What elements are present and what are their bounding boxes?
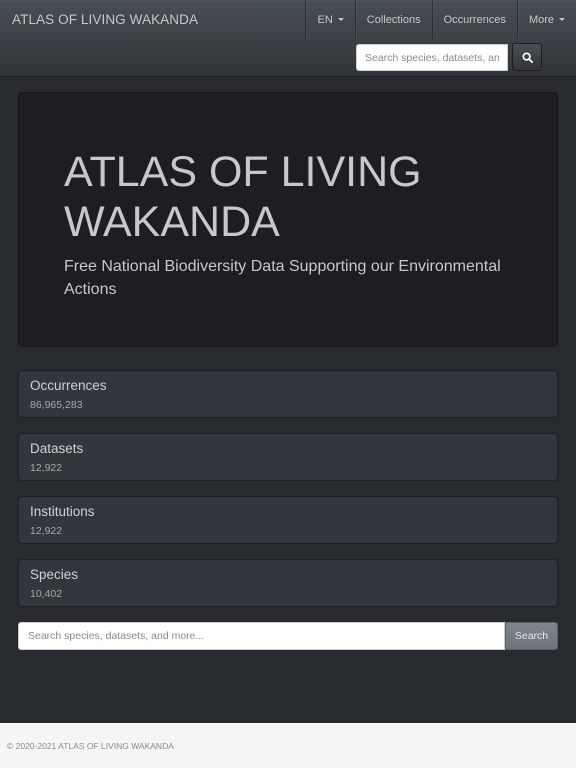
chevron-down-icon bbox=[559, 18, 565, 21]
stat-card-datasets[interactable]: Datasets 12,922 bbox=[18, 433, 558, 481]
hero-banner: ATLAS OF LIVING WAKANDA Free National Bi… bbox=[18, 92, 558, 347]
stat-label: Occurrences bbox=[30, 378, 107, 393]
stat-card-species[interactable]: Species 10,402 bbox=[18, 559, 558, 607]
stat-label: Institutions bbox=[30, 504, 95, 519]
stat-value: 86,965,283 bbox=[30, 399, 83, 411]
chevron-down-icon bbox=[337, 18, 344, 21]
language-dropdown[interactable]: EN bbox=[305, 0, 354, 39]
stat-card-institutions[interactable]: Institutions 12,922 bbox=[18, 496, 558, 544]
nav-item-collections[interactable]: Collections bbox=[354, 0, 432, 39]
search-button[interactable]: Search bbox=[505, 622, 558, 650]
navbar-search-button[interactable] bbox=[512, 43, 542, 71]
search-icon bbox=[521, 51, 533, 63]
stat-label: Datasets bbox=[30, 441, 84, 456]
nav-menu: EN Collections Occurrences More bbox=[305, 0, 576, 39]
navbar-search-input[interactable] bbox=[356, 44, 508, 71]
nav-item-label: More bbox=[528, 13, 554, 26]
stat-value: 12,922 bbox=[30, 462, 63, 474]
brand-link[interactable]: ATLAS OF LIVING WAKANDA bbox=[12, 12, 198, 27]
footer-copyright: © 2020-2021 ATLAS OF LIVING WAKANDA bbox=[7, 741, 174, 751]
nav-item-label: Occurrences bbox=[443, 13, 506, 26]
page-footer: © 2020-2021 ATLAS OF LIVING WAKANDA bbox=[0, 723, 576, 768]
stat-value: 12,922 bbox=[30, 525, 63, 537]
stat-card-occurrences[interactable]: Occurrences 86,965,283 bbox=[18, 370, 558, 418]
main-search-input[interactable] bbox=[18, 622, 505, 650]
stat-value: 10,402 bbox=[30, 588, 63, 600]
nav-item-occurrences[interactable]: Occurrences bbox=[431, 0, 517, 39]
nav-item-label: Collections bbox=[366, 13, 421, 26]
language-label: EN bbox=[317, 13, 333, 26]
stat-label: Species bbox=[30, 567, 79, 582]
top-navbar: ATLAS OF LIVING WAKANDA EN Collections O… bbox=[0, 0, 576, 77]
hero-title: ATLAS OF LIVING WAKANDA bbox=[64, 148, 422, 246]
nav-item-more[interactable]: More bbox=[516, 0, 576, 39]
hero-subtitle: Free National Biodiversity Data Supporti… bbox=[64, 258, 501, 298]
